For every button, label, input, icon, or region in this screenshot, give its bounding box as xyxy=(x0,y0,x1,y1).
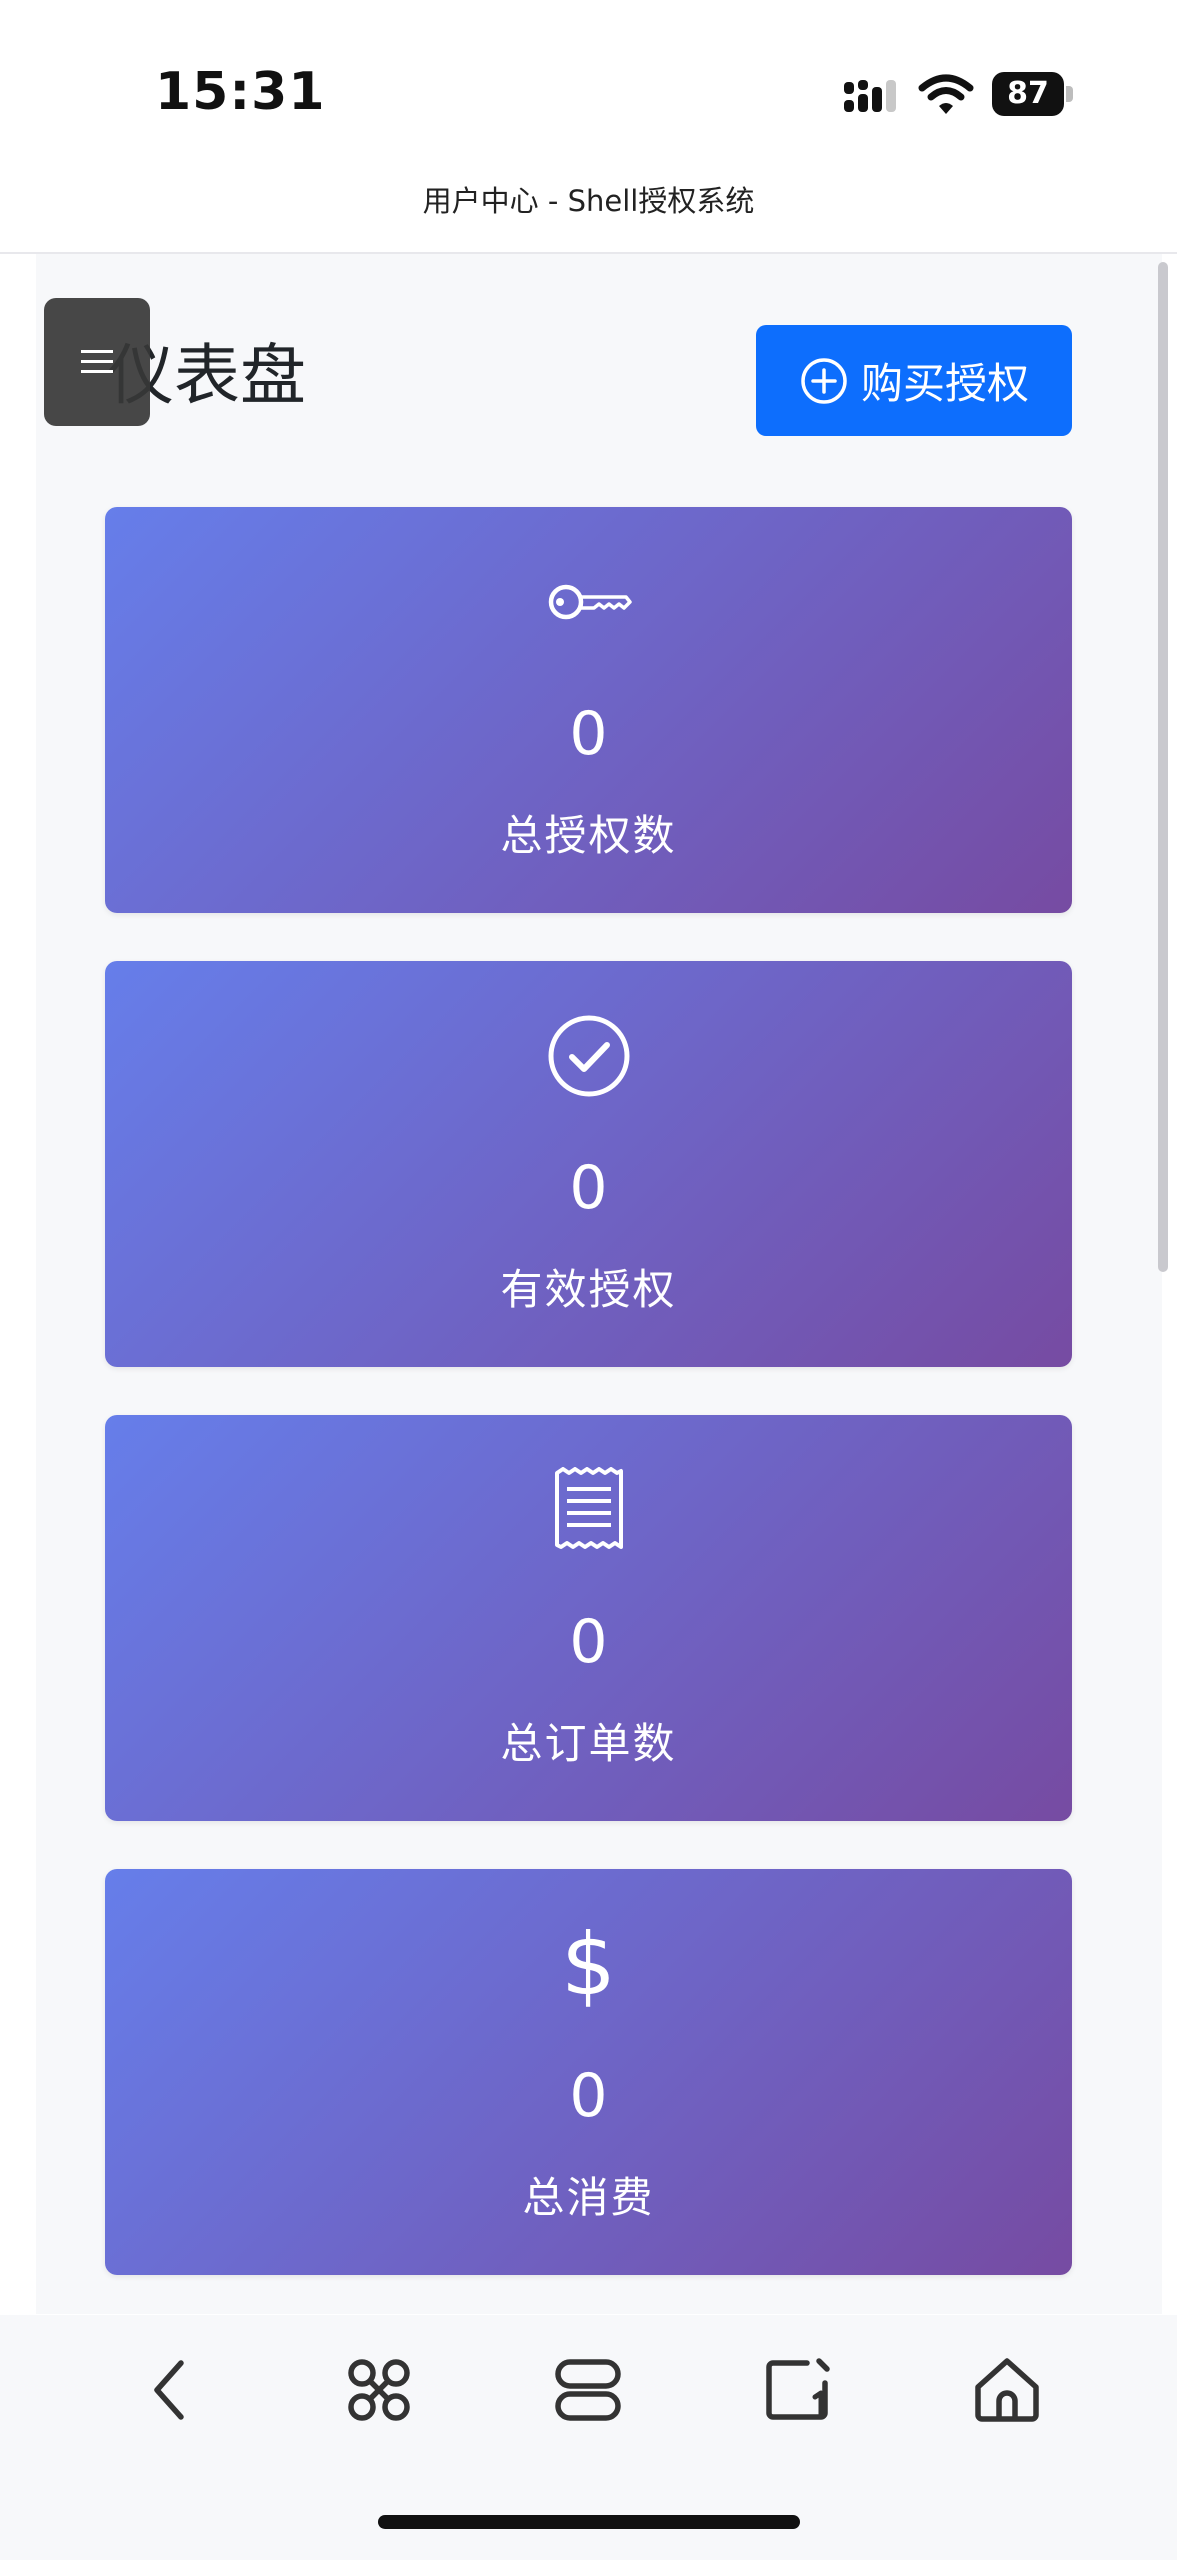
status-time: 15:31 xyxy=(155,62,326,122)
hamburger-menu-icon xyxy=(81,350,113,373)
key-icon xyxy=(548,584,632,620)
dollar-icon: $ xyxy=(561,1915,616,2015)
tabs-icon xyxy=(555,2359,621,2421)
home-icon xyxy=(975,2358,1039,2422)
screen: 15:31 87 用户中心 - Shell授权系统 仪表盘 购买授权 0 总授权… xyxy=(0,0,1177,2560)
buy-license-button[interactable]: 购买授权 xyxy=(756,325,1072,436)
stat-card-total-orders: 0 总订单数 xyxy=(105,1415,1072,1821)
tabs-button[interactable] xyxy=(543,2350,633,2430)
home-button[interactable] xyxy=(962,2350,1052,2430)
new-tab-icon xyxy=(766,2358,830,2420)
chevron-left-icon xyxy=(154,2360,184,2420)
plus-circle-icon xyxy=(801,357,847,404)
back-button[interactable] xyxy=(124,2350,214,2430)
stat-label: 有效授权 xyxy=(500,1265,677,1314)
stat-label: 总授权数 xyxy=(500,811,677,860)
home-indicator[interactable] xyxy=(378,2515,800,2529)
status-bar: 15:31 87 xyxy=(0,0,1177,170)
cellular-signal-icon xyxy=(844,80,896,112)
check-circle-icon xyxy=(548,1015,629,1097)
stat-value: 0 xyxy=(569,699,608,769)
stat-value: 0 xyxy=(569,1153,608,1223)
stat-card-total-licenses: 0 总授权数 xyxy=(105,507,1072,913)
battery-level: 87 xyxy=(992,72,1064,116)
scrollbar[interactable] xyxy=(1158,262,1168,1272)
battery-indicator: 87 xyxy=(992,72,1074,116)
wifi-icon xyxy=(918,74,974,114)
new-tab-button[interactable] xyxy=(753,2350,843,2430)
stat-label: 总消费 xyxy=(522,2173,655,2222)
page-title: 用户中心 - Shell授权系统 xyxy=(422,184,755,218)
stat-card-total-spend: $ 0 总消费 xyxy=(105,1869,1072,2275)
stat-value: 0 xyxy=(569,1607,608,1677)
stat-value: 0 xyxy=(569,2061,608,2131)
receipt-icon xyxy=(554,1467,623,1549)
command-button[interactable] xyxy=(334,2350,424,2430)
stat-label: 总订单数 xyxy=(500,1719,677,1768)
command-icon xyxy=(348,2359,410,2421)
stat-card-valid-licenses: 0 有效授权 xyxy=(105,961,1072,1367)
battery-tip xyxy=(1066,86,1073,102)
buy-license-label: 购买授权 xyxy=(860,360,1029,407)
menu-toggle-button[interactable] xyxy=(44,298,150,426)
